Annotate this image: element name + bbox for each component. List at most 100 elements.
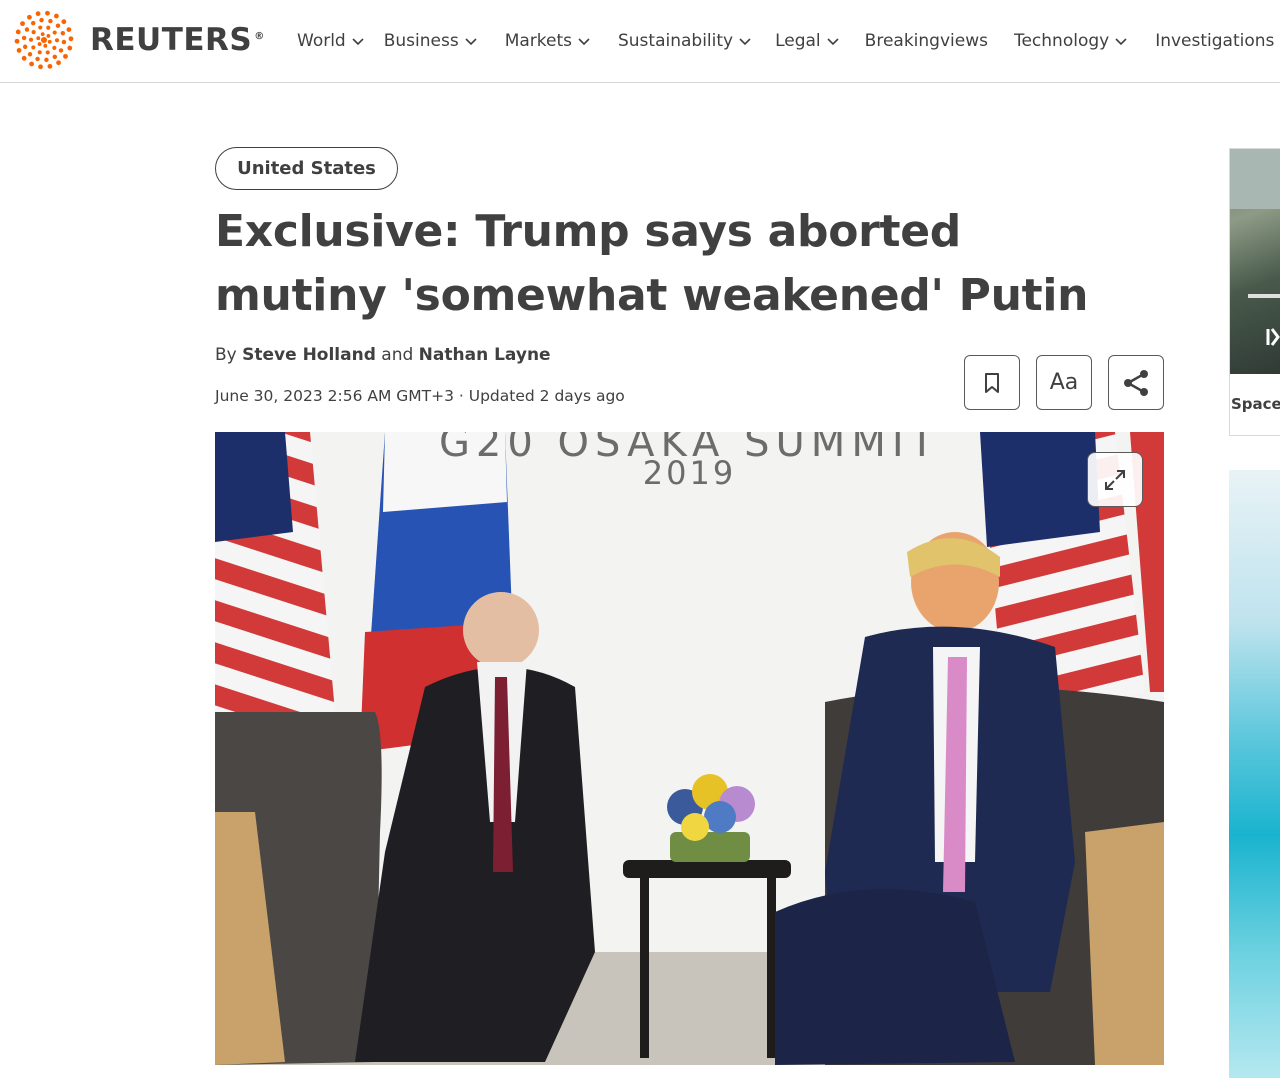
brand-registered-mark: ® <box>254 30 265 42</box>
article-photo[interactable]: G20 OSAKA SUMMIT 2019 <box>215 432 1164 1065</box>
nav-item-label: Business <box>383 31 459 51</box>
logo-dot <box>52 30 57 35</box>
rail-advertisement[interactable] <box>1229 470 1280 1078</box>
nav-item-business[interactable]: Business <box>384 31 477 51</box>
logo-dot <box>16 47 22 53</box>
logo-dot <box>27 14 32 20</box>
logo-dot <box>38 25 43 30</box>
logo-dot <box>47 63 53 69</box>
logo-dot <box>31 30 36 35</box>
backdrop-text-year: 2019 <box>642 454 737 492</box>
chevron-down-icon <box>827 38 839 46</box>
logo-dot <box>47 39 52 44</box>
site-header: REUTERS ® World Business Markets Sustainabil… <box>0 0 1280 83</box>
logo-dot <box>45 10 50 16</box>
logo-dot <box>52 54 58 60</box>
logo-dot <box>63 53 68 59</box>
share-icon <box>1124 369 1148 396</box>
share-button[interactable] <box>1108 355 1164 410</box>
main-nav: World Business Markets Sustainability Legal B… <box>297 0 1274 82</box>
text-size-label: Aa <box>1049 370 1079 395</box>
chevron-down-icon <box>465 38 477 46</box>
logo-dot <box>54 13 59 19</box>
nav-item-breakingviews[interactable]: Breakingviews <box>865 31 988 51</box>
reuters-logo[interactable]: REUTERS ® <box>12 8 265 72</box>
logo-dot <box>44 57 49 63</box>
logo-dot <box>60 30 66 36</box>
author-link-1[interactable]: Steve Holland <box>242 345 376 365</box>
logo-dot <box>35 56 40 62</box>
reuters-logo-mark-icon <box>14 10 74 70</box>
logo-dot <box>67 45 73 51</box>
bookmark-icon <box>985 372 999 393</box>
rail-story-illustration <box>1230 149 1280 346</box>
chevron-down-icon <box>739 38 751 46</box>
logo-dot <box>37 50 42 55</box>
logo-dot <box>43 43 48 48</box>
logo-dot <box>66 27 72 33</box>
logo-dot <box>24 27 30 32</box>
article-dateline: June 30, 2023 2:56 AM GMT+3 · Updated 2 … <box>215 387 625 405</box>
text-size-button[interactable]: Aa <box>1036 355 1092 410</box>
brand-name: REUTERS <box>90 22 253 58</box>
logo-dot <box>15 29 21 35</box>
logo-dot <box>45 50 50 55</box>
rail-story-card[interactable]: Space <box>1229 148 1280 436</box>
nav-item-label: Breakingviews <box>864 31 988 51</box>
nav-item-label: Sustainability <box>617 31 734 51</box>
logo-dot <box>46 34 51 38</box>
logo-dot <box>41 37 47 43</box>
chevron-down-icon <box>578 38 590 46</box>
chevron-down-icon <box>352 38 364 46</box>
logo-dot <box>38 64 43 70</box>
logo-dot <box>36 36 41 41</box>
logo-dot <box>48 18 53 24</box>
nav-item-label: Investigations <box>1155 31 1275 51</box>
logo-dot <box>54 38 60 43</box>
logo-dot <box>28 37 34 42</box>
expand-photo-button[interactable] <box>1087 452 1143 507</box>
section-tag[interactable]: United States <box>215 147 398 190</box>
brand-wordmark: REUTERS ® <box>90 22 265 58</box>
nav-item-world[interactable]: World <box>297 31 364 51</box>
logo-dot <box>21 55 27 61</box>
logo-dot <box>46 25 51 30</box>
logo-dot <box>39 17 44 23</box>
nav-item-label: Markets <box>504 31 572 51</box>
nav-item-investigations[interactable]: Investigations <box>1155 31 1274 51</box>
logo-dot <box>52 45 57 50</box>
logo-dot <box>30 20 36 26</box>
logo-dot <box>68 36 74 42</box>
nav-item-label: Legal <box>775 31 821 51</box>
photo-illustration <box>215 432 1164 1065</box>
byline-prefix: By <box>215 345 237 365</box>
logo-dot <box>21 35 27 41</box>
logo-dot <box>40 32 45 37</box>
article-headline: Exclusive: Trump says aborted mutiny 'so… <box>215 206 1089 321</box>
logo-dot <box>22 44 28 50</box>
logo-dot <box>37 42 42 46</box>
logo-dot <box>27 52 33 57</box>
expand-icon <box>1105 469 1125 490</box>
logo-dot <box>35 11 41 17</box>
logo-dot <box>31 45 36 50</box>
nav-item-label: World <box>297 31 346 51</box>
nav-item-markets[interactable]: Markets <box>505 31 590 51</box>
logo-dot <box>14 38 20 44</box>
bookmark-button[interactable] <box>964 355 1020 410</box>
author-link-2[interactable]: Nathan Layne <box>419 345 551 365</box>
nav-item-legal[interactable]: Legal <box>775 31 839 51</box>
logo-dot <box>56 60 61 66</box>
nav-item-label: Technology <box>1013 31 1110 51</box>
logo-dot <box>58 48 64 53</box>
logo-dot <box>55 23 61 28</box>
logo-dot <box>29 61 34 67</box>
logo-dot <box>61 39 67 45</box>
rail-story-image <box>1230 149 1280 374</box>
logo-dot <box>61 19 67 25</box>
nav-item-sustainability[interactable]: Sustainability <box>618 31 751 51</box>
byline: By Steve Holland and Nathan Layne <box>215 345 551 365</box>
nav-item-technology[interactable]: Technology <box>1014 31 1127 51</box>
chevron-down-icon <box>1115 38 1127 46</box>
logo-dot <box>20 21 25 27</box>
